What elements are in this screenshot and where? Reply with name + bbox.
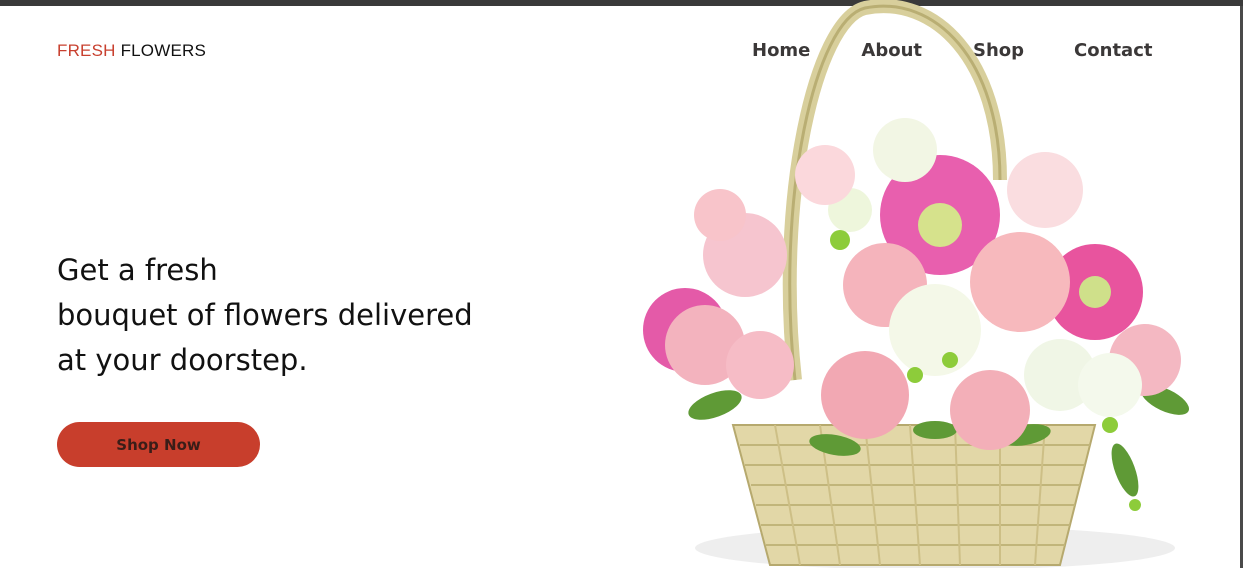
hero-line-2: bouquet of flowers delivered (57, 298, 473, 332)
shop-now-button[interactable]: Shop Now (57, 422, 260, 467)
hero-line-3: at your doorstep. (57, 343, 308, 377)
logo-flowers: FLOWERS (120, 41, 207, 60)
flower-basket-image (643, 0, 1190, 568)
site-logo[interactable]: FRESH FLOWERS (57, 41, 206, 61)
hero-headline: Get a fresh bouquet of flowers delivered… (57, 248, 577, 383)
logo-fresh: FRESH (57, 41, 116, 60)
hero-line-1: Get a fresh (57, 253, 218, 287)
